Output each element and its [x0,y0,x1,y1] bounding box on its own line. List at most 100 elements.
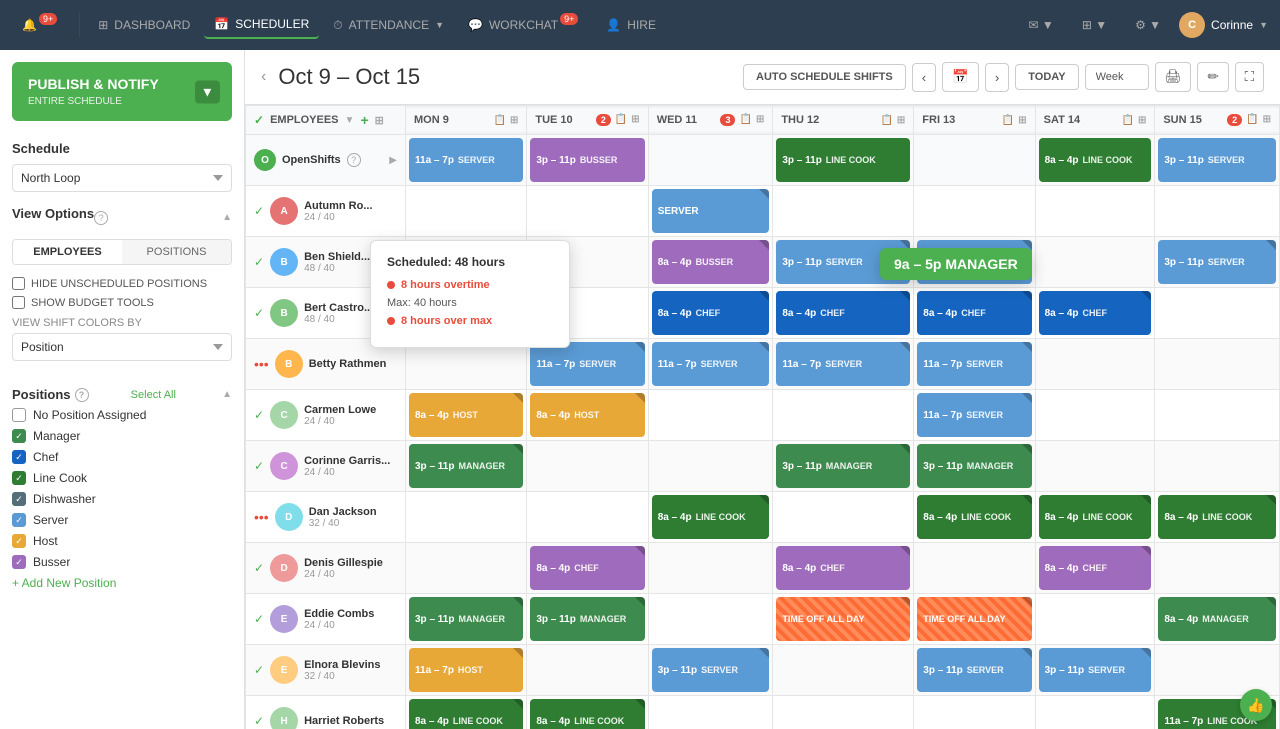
corner-flag [635,342,645,352]
position-item[interactable]: ✓ Line Cook [12,471,232,485]
hire-btn[interactable]: 👤 HIRE [596,12,666,38]
position-item[interactable]: ✓ Chef [12,450,232,464]
shift-block[interactable]: 3p – 11p MANAGER [409,444,523,488]
shift-block[interactable]: 3p – 11p LINE COOK [776,138,910,182]
today-btn[interactable]: TODAY [1015,64,1078,90]
shift-block[interactable]: 8a – 4p HOST [409,393,523,437]
shift-block[interactable]: 3p – 11p MANAGER [917,444,1031,488]
position-checkbox[interactable]: ✓ [12,513,26,527]
shift-block[interactable]: 8a – 4p CHEF [652,291,770,335]
position-item[interactable]: ✓ Dishwasher [12,492,232,506]
shift-block[interactable]: 11a – 7p HOST [409,648,523,692]
fullscreen-btn[interactable]: ⛶ [1235,62,1264,92]
schedule-location-select[interactable]: North Loop [12,164,232,192]
shift-block[interactable]: 8a – 4p LINE COOK [1039,138,1152,182]
day-add-icon[interactable]: ⊞ [510,115,518,126]
shift-block[interactable]: 3p – 11p SERVER [1158,240,1276,284]
shift-block[interactable]: 3p – 11p MANAGER [776,444,910,488]
add-employee-icon[interactable]: + [360,112,368,128]
employees-view-btn[interactable]: EMPLOYEES [13,240,122,264]
shift-block[interactable]: 8a – 4p LINE COOK [1039,495,1152,539]
shift-block[interactable]: 11a – 7p SERVER [917,342,1031,386]
position-checkbox[interactable]: ✓ [12,492,26,506]
shift-block[interactable]: 8a – 4p MANAGER [1158,597,1276,641]
prev-week-btn[interactable]: ‹ [912,63,936,92]
corner-flag [900,546,910,556]
shift-block[interactable]: 11a – 7p SERVER [409,138,523,182]
shift-block[interactable]: 3p – 11p BUSSER [530,138,644,182]
thumbs-up-btn[interactable]: 👍 [1240,689,1272,721]
user-menu[interactable]: C Corinne ▼ [1179,12,1268,38]
shift-block[interactable]: 8a – 4p LINE COOK [652,495,770,539]
shift-color-select[interactable]: Position [12,333,232,361]
settings-btn[interactable]: ⚙ ▼ [1125,12,1171,38]
shift-block[interactable]: 3p – 11p MANAGER [409,597,523,641]
shift-block[interactable]: 8a – 4p CHEF [1039,291,1152,335]
positions-view-btn[interactable]: POSITIONS [122,240,231,264]
shift-block[interactable]: 8a – 4p LINE COOK [409,699,523,729]
shift-block[interactable]: TIME OFF ALL DAY [917,597,1031,641]
show-budget-checkbox-row[interactable]: SHOW BUDGET TOOLS [12,296,232,309]
hide-unscheduled-checkbox[interactable] [12,277,25,290]
position-item[interactable]: ✓ Manager [12,429,232,443]
position-checkbox[interactable]: ✓ [12,429,26,443]
next-week-btn[interactable]: › [985,63,1009,92]
shift-block[interactable]: 8a – 4p LINE COOK [917,495,1031,539]
show-budget-checkbox[interactable] [12,296,25,309]
position-checkbox[interactable]: ✓ [12,534,26,548]
apps-btn[interactable]: ⊞ ▼ [1072,12,1117,38]
shift-block[interactable]: 3p – 11p SERVER [652,648,770,692]
shift-block[interactable]: 11a – 7p SERVER [776,342,910,386]
week-select[interactable]: Week [1085,64,1149,90]
shift-block[interactable]: 11a – 7p SERVER [652,342,770,386]
print-btn[interactable]: 🖨 [1155,62,1192,92]
shift-block[interactable]: 8a – 4p LINE COOK [530,699,644,729]
position-checkbox[interactable]: ✓ [12,555,26,569]
dashboard-btn[interactable]: ⊞ DASHBOARD [88,12,200,38]
publish-notify-button[interactable]: PUBLISH & NOTIFY ENTIRE SCHEDULE ▼ [12,62,232,121]
position-item[interactable]: No Position Assigned [12,408,232,422]
calendar-btn[interactable]: 📅 [942,62,979,92]
workchat-btn[interactable]: 💬 WORKCHAT 9+ [458,12,592,38]
shift-block[interactable]: 3p – 11p SERVER [917,648,1031,692]
edit-btn[interactable]: ✏ [1197,62,1228,92]
position-checkbox[interactable] [12,408,26,422]
position-item[interactable]: ✓ Server [12,513,232,527]
shift-block[interactable]: SERVER [652,189,770,233]
day-add-icon[interactable]: ⊞ [1138,115,1146,126]
shift-block[interactable]: 8a – 4p CHEF [530,546,644,590]
shift-block[interactable]: 11a – 7p SERVER [530,342,644,386]
auto-schedule-btn[interactable]: AUTO SCHEDULE SHIFTS [743,64,906,90]
day-add-icon[interactable]: ⊞ [1263,114,1271,126]
shift-block[interactable]: 8a – 4p CHEF [1039,546,1152,590]
back-arrow-icon[interactable]: ‹ [261,68,266,86]
add-position-btn[interactable]: + Add New Position [12,576,232,590]
select-all-btn[interactable]: Select All [131,389,176,401]
shift-block[interactable]: 8a – 4p HOST [530,393,644,437]
day-add-icon[interactable]: ⊞ [897,115,905,126]
shift-block[interactable]: 8a – 4p BUSSER [652,240,770,284]
view-options-header[interactable]: View Options ? ▲ [12,206,232,229]
shift-block[interactable]: 8a – 4p CHEF [776,546,910,590]
position-item[interactable]: ✓ Host [12,534,232,548]
scheduler-btn[interactable]: 📅 SCHEDULER [204,11,319,39]
day-add-icon[interactable]: ⊞ [631,114,639,126]
position-checkbox[interactable]: ✓ [12,471,26,485]
day-add-icon[interactable]: ⊞ [756,114,764,126]
shift-block[interactable]: 8a – 4p LINE COOK [1158,495,1276,539]
shift-block[interactable]: 8a – 4p CHEF [776,291,910,335]
shift-block[interactable]: TIME OFF ALL DAY [776,597,910,641]
attendance-btn[interactable]: ⏱ ATTENDANCE ▼ [323,12,454,39]
shift-block[interactable]: 3p – 11p SERVER [1039,648,1152,692]
position-checkbox[interactable]: ✓ [12,450,26,464]
day-add-icon[interactable]: ⊞ [1018,115,1026,126]
open-shifts-expand-icon[interactable]: ▶ [389,155,397,166]
notifications-btn[interactable]: 🔔9+ [12,12,71,38]
shift-block[interactable]: 3p – 11p MANAGER [530,597,644,641]
position-item[interactable]: ✓ Busser [12,555,232,569]
shift-block[interactable]: 11a – 7p SERVER [917,393,1031,437]
mail-btn[interactable]: ✉ ▼ [1019,12,1064,38]
shift-block[interactable]: 3p – 11p SERVER [1158,138,1276,182]
hide-unscheduled-checkbox-row[interactable]: HIDE UNSCHEDULED POSITIONS [12,277,232,290]
shift-block[interactable]: 8a – 4p CHEF [917,291,1031,335]
